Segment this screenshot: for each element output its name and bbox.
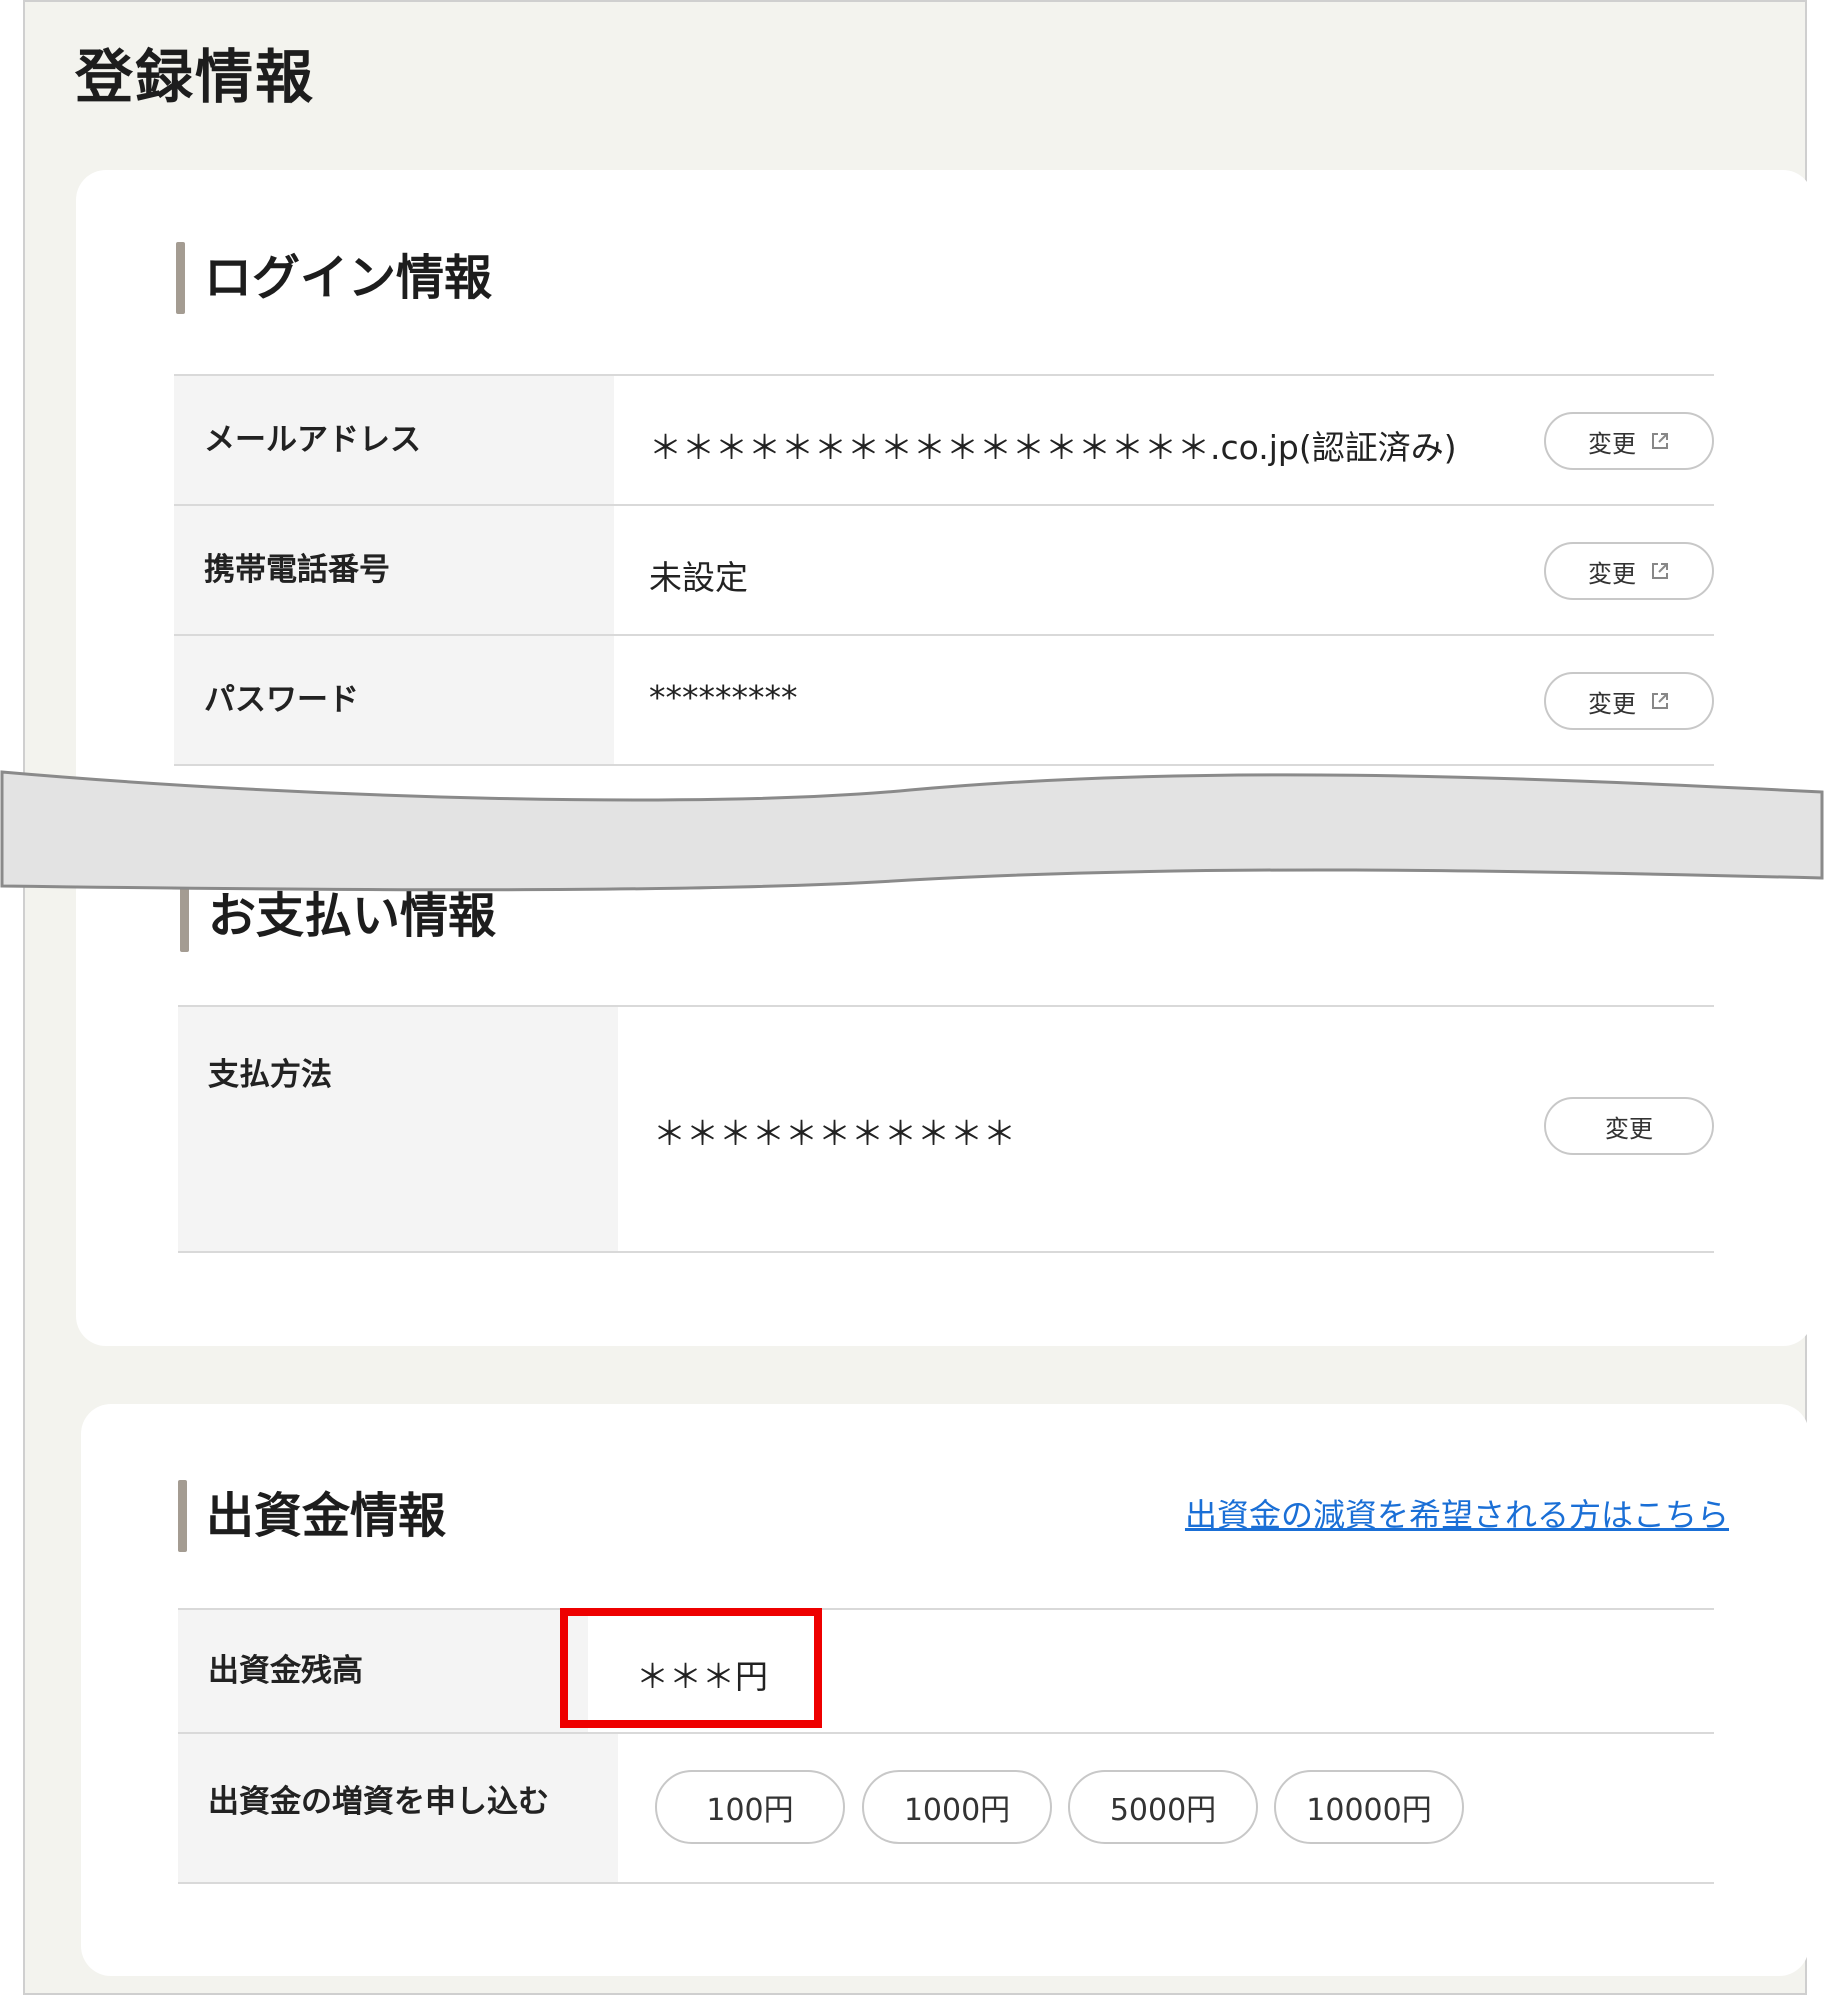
increase-row: 出資金の増資を申し込む 100円 1000円 5000円 10000円 <box>178 1734 1714 1884</box>
balance-highlight-box <box>560 1608 822 1728</box>
investment-card: 出資金情報 出資金の減資を希望される方はこちら 出資金残高 ＊＊＊円 出資金の増… <box>81 1404 1809 1976</box>
balance-row: 出資金残高 ＊＊＊円 <box>178 1610 1714 1734</box>
external-link-icon <box>1652 693 1668 709</box>
amount-10000-button[interactable]: 10000円 <box>1274 1770 1464 1844</box>
password-label: パスワード <box>174 636 614 764</box>
email-row: メールアドレス ＊＊＊＊＊＊＊＊＊＊＊＊＊＊＊＊＊.co.jp(認証済み) 変更 <box>174 376 1714 506</box>
change-email-label: 変更 <box>1588 429 1636 458</box>
reduce-investment-link[interactable]: 出資金の減資を希望される方はこちら <box>1185 1490 1729 1536</box>
investment-section-title: 出資金情報 <box>178 1480 446 1552</box>
password-row: パスワード ********* 変更 <box>174 636 1714 766</box>
change-password-button[interactable]: 変更 <box>1544 672 1714 730</box>
payment-method-label: 支払方法 <box>178 1007 618 1251</box>
increase-label: 出資金の増資を申し込む <box>178 1734 618 1882</box>
external-link-icon <box>1652 563 1668 579</box>
change-mobile-button[interactable]: 変更 <box>1544 542 1714 600</box>
login-payment-card: ログイン情報 メールアドレス ＊＊＊＊＊＊＊＊＊＊＊＊＊＊＊＊＊.co.jp(認… <box>76 170 1813 1346</box>
change-email-button[interactable]: 変更 <box>1544 412 1714 470</box>
omitted-content-band <box>0 770 1824 892</box>
balance-label: 出資金残高 <box>178 1610 588 1732</box>
amount-1000-button[interactable]: 1000円 <box>862 1770 1052 1844</box>
mobile-value: 未設定 <box>649 558 748 597</box>
page-frame: 登録情報 ログイン情報 メールアドレス ＊＊＊＊＊＊＊＊＊＊＊＊＊＊＊＊＊.co… <box>23 0 1813 1995</box>
amount-5000-button[interactable]: 5000円 <box>1068 1770 1258 1844</box>
login-section-title: ログイン情報 <box>176 242 492 314</box>
page-title: 登録情報 <box>75 43 316 111</box>
payment-method-value: ＊＊＊＊＊＊＊＊＊＊＊ <box>653 1114 1016 1153</box>
change-payment-button[interactable]: 変更 <box>1544 1097 1714 1155</box>
change-password-label: 変更 <box>1588 689 1636 718</box>
change-mobile-label: 変更 <box>1588 559 1636 588</box>
mobile-label: 携帯電話番号 <box>174 506 614 634</box>
external-link-icon <box>1652 433 1668 449</box>
email-value: ＊＊＊＊＊＊＊＊＊＊＊＊＊＊＊＊＊.co.jp(認証済み) <box>649 428 1457 467</box>
email-label: メールアドレス <box>174 376 614 504</box>
password-value: ********* <box>649 678 798 717</box>
mobile-row: 携帯電話番号 未設定 変更 <box>174 506 1714 636</box>
payment-method-row: 支払方法 ＊＊＊＊＊＊＊＊＊＊＊ 変更 <box>178 1007 1714 1253</box>
change-payment-label: 変更 <box>1605 1114 1653 1143</box>
amount-100-button[interactable]: 100円 <box>655 1770 845 1844</box>
